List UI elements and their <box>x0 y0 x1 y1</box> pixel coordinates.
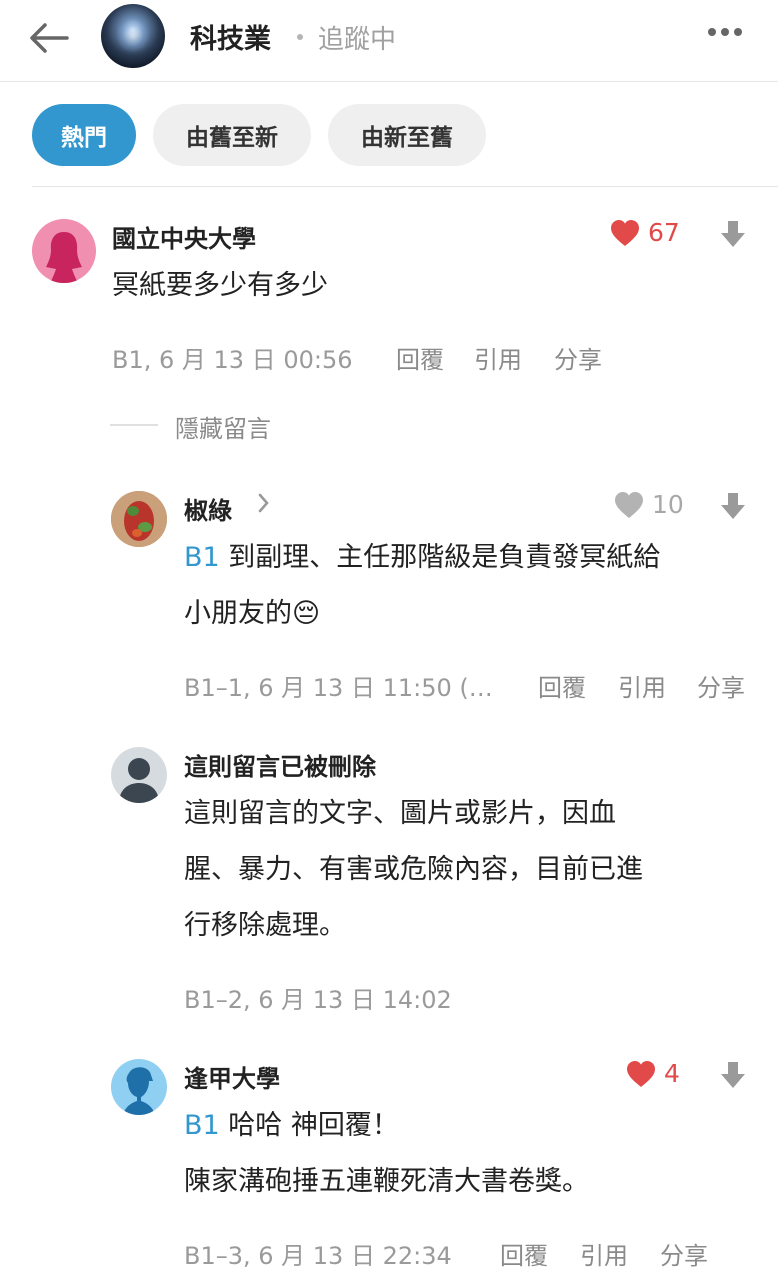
floor-reference-link[interactable]: B1 <box>184 1110 220 1141</box>
downvote-arrow-icon[interactable] <box>718 1058 748 1092</box>
tabs-divider <box>32 186 778 187</box>
comment-body: B1 哈哈 神回覆！ 陳家溝砲捶五連鞭死清大書卷獎。 <box>184 1098 764 1210</box>
tab-newest-first[interactable]: 由新至舊 <box>328 104 486 166</box>
downvote-arrow-icon[interactable] <box>718 489 748 523</box>
like-count: 4 <box>664 1059 680 1088</box>
separator-dot <box>297 34 303 40</box>
comment-text: 腥、暴力、有害或危險內容，目前已進 <box>184 854 643 885</box>
share-button[interactable]: 分享 <box>660 1236 708 1271</box>
comment-body: 冥紙要多少有多少 <box>112 270 328 301</box>
sort-tabs: 熱門 由舊至新 由新至舊 <box>32 104 486 166</box>
heart-icon <box>611 219 639 246</box>
comment-text: 行移除處理。 <box>184 910 346 941</box>
like-button[interactable]: 10 <box>614 490 684 519</box>
avatar-photo[interactable] <box>111 491 167 547</box>
share-button[interactable]: 分享 <box>554 340 602 375</box>
like-button[interactable]: 67 <box>610 218 680 247</box>
pensive-emoji: 😔 <box>292 598 321 629</box>
comment-text: 到副理、主任那階級是負責發冥紙給 <box>219 542 661 573</box>
top-bar: 科技業 追蹤中 <box>0 0 778 82</box>
heart-icon <box>615 491 643 518</box>
tab-hot[interactable]: 熱門 <box>32 104 136 166</box>
quote-button[interactable]: 引用 <box>580 1236 628 1271</box>
reply-button[interactable]: 回覆 <box>538 668 586 703</box>
back-icon[interactable] <box>26 18 72 58</box>
comment-meta: B1–2, 6 月 13 日 14:02 <box>184 986 452 1014</box>
downvote-arrow-icon[interactable] <box>718 217 748 251</box>
comment-author[interactable]: 椒綠 <box>184 491 232 526</box>
comment-author[interactable]: 逢甲大學 <box>184 1059 280 1094</box>
floor-reference-link[interactable]: B1 <box>184 542 220 573</box>
chevron-right-icon[interactable] <box>257 491 271 521</box>
share-button[interactable]: 分享 <box>697 668 745 703</box>
reply-button[interactable]: 回覆 <box>500 1236 548 1271</box>
hidden-replies-toggle[interactable]: 隱藏留言 <box>175 409 271 444</box>
comment-body: B1 到副理、主任那階級是負責發冥紙給 小朋友的😔 <box>184 530 764 642</box>
like-button[interactable]: 4 <box>626 1059 680 1088</box>
like-count: 10 <box>652 490 684 519</box>
avatar-male[interactable] <box>111 1059 167 1115</box>
avatar-default <box>111 747 167 803</box>
comment-text: 哈哈 神回覆！ <box>219 1110 399 1141</box>
deleted-comment-notice: 這則留言的文字、圖片或影片，因血 腥、暴力、有害或危險內容，目前已進 行移除處理… <box>184 786 764 954</box>
comment-text: 這則留言的文字、圖片或影片，因血 <box>184 798 616 829</box>
board-title[interactable]: 科技業 <box>190 17 271 56</box>
comment-meta: B1, 6 月 13 日 00:56 <box>112 346 353 374</box>
comment-meta: B1–3, 6 月 13 日 22:34 <box>184 1242 452 1270</box>
quote-button[interactable]: 引用 <box>474 340 522 375</box>
reply-button[interactable]: 回覆 <box>396 340 444 375</box>
avatar-female[interactable] <box>32 219 96 283</box>
hidden-replies-line <box>110 424 158 426</box>
follow-status[interactable]: 追蹤中 <box>318 19 396 56</box>
comment-author[interactable]: 國立中央大學 <box>112 219 256 254</box>
comment-text: 小朋友的 <box>184 598 292 629</box>
tab-oldest-first[interactable]: 由舊至新 <box>153 104 311 166</box>
quote-button[interactable]: 引用 <box>618 668 666 703</box>
like-count: 67 <box>648 218 680 247</box>
comment-meta: B1–1, 6 月 13 日 11:50 (… <box>184 674 493 702</box>
more-options-icon[interactable] <box>700 14 750 50</box>
deleted-comment-title: 這則留言已被刪除 <box>184 753 376 781</box>
heart-icon <box>627 1060 655 1087</box>
comment-text: 陳家溝砲捶五連鞭死清大書卷獎。 <box>184 1166 589 1197</box>
board-avatar[interactable] <box>101 4 165 68</box>
